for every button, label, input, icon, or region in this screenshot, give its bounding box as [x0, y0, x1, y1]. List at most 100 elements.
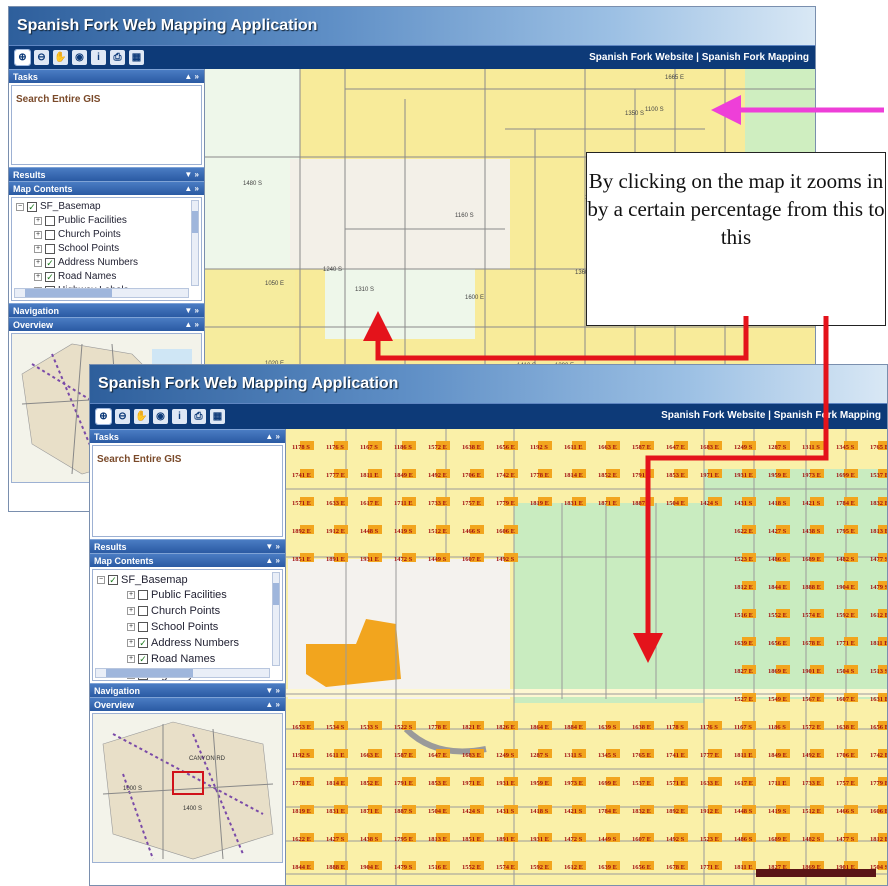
- collapse-icon[interactable]: ▲ »: [265, 430, 280, 444]
- layer-item[interactable]: + Public Facilities: [97, 587, 280, 603]
- layer-item[interactable]: + Public Facilities: [16, 214, 199, 228]
- layer-checkbox[interactable]: [138, 606, 148, 616]
- front-header-links[interactable]: Spanish Fork Website | Spanish Fork Mapp…: [661, 410, 881, 421]
- back-navigation-header[interactable]: Navigation ▼ »: [9, 303, 204, 317]
- full-extent-icon[interactable]: ◉: [153, 409, 168, 424]
- layer-root[interactable]: − ✓ SF_Basemap: [97, 572, 280, 587]
- full-extent-icon[interactable]: ◉: [72, 50, 87, 65]
- print-icon[interactable]: ⎙: [191, 409, 206, 424]
- navigation-title: Navigation: [94, 686, 141, 696]
- zoom-out-icon[interactable]: ⊖: [34, 50, 49, 65]
- expand-icon[interactable]: ▼ »: [184, 168, 199, 182]
- layer-tree-vscroll[interactable]: [191, 200, 199, 286]
- layer-checkbox[interactable]: ✓: [45, 258, 55, 268]
- expand-tree-icon[interactable]: +: [127, 607, 135, 615]
- map-icon[interactable]: ▦: [210, 409, 225, 424]
- layer-item[interactable]: + ✓ Address Numbers: [97, 635, 280, 651]
- collapse-icon[interactable]: ▲ »: [184, 182, 199, 196]
- layer-item[interactable]: + ✓ Address Numbers: [16, 256, 199, 270]
- address-label: 1757 E: [462, 500, 481, 507]
- front-map-canvas[interactable]: 1178 S 1176 S 1167 S 1186 S 1572 E 1638 E 1656…: [286, 429, 888, 886]
- address-label: 1611 E: [326, 752, 345, 759]
- layer-item[interactable]: + School Points: [97, 619, 280, 635]
- collapse-tree-icon[interactable]: −: [16, 203, 24, 211]
- layer-checkbox[interactable]: [45, 230, 55, 240]
- expand-tree-icon[interactable]: +: [127, 623, 135, 631]
- collapse-icon[interactable]: ▲ »: [184, 70, 199, 84]
- layer-item[interactable]: + ✓ Road Names: [16, 270, 199, 284]
- layer-checkbox[interactable]: [45, 244, 55, 254]
- expand-tree-icon[interactable]: +: [34, 259, 42, 267]
- zoom-in-icon[interactable]: ⊕: [95, 408, 112, 425]
- back-overview-header[interactable]: Overview ▲ »: [9, 317, 204, 331]
- layer-checkbox[interactable]: [45, 216, 55, 226]
- identify-icon[interactable]: i: [172, 409, 187, 424]
- layer-item[interactable]: + Church Points: [16, 228, 199, 242]
- layer-checkbox[interactable]: [138, 622, 148, 632]
- address-label: 1892 E: [292, 528, 311, 535]
- address-label: 1849 E: [768, 752, 787, 759]
- front-overview-map[interactable]: CANYON RD 1000 S 1400 S: [92, 713, 283, 863]
- identify-icon[interactable]: i: [91, 50, 106, 65]
- address-label: 1891 E: [326, 556, 345, 563]
- zoom-out-icon[interactable]: ⊖: [115, 409, 130, 424]
- expand-tree-icon[interactable]: +: [127, 639, 135, 647]
- layer-checkbox[interactable]: ✓: [138, 638, 148, 648]
- front-results-header[interactable]: Results ▼ »: [90, 539, 285, 553]
- search-entire-gis-link[interactable]: Search Entire GIS: [12, 86, 201, 113]
- layer-checkbox[interactable]: ✓: [138, 654, 148, 664]
- address-label: 1449 S: [598, 836, 617, 843]
- back-header-links[interactable]: Spanish Fork Website | Spanish Fork Mapp…: [589, 52, 809, 63]
- layer-checkbox[interactable]: [138, 590, 148, 600]
- layer-checkbox[interactable]: ✓: [45, 272, 55, 282]
- address-label: 1472 S: [564, 836, 583, 843]
- back-tasks-header[interactable]: Tasks ▲ »: [9, 69, 204, 83]
- layer-tree-hscroll[interactable]: [95, 668, 270, 678]
- expand-tree-icon[interactable]: +: [127, 591, 135, 599]
- layer-item[interactable]: + Church Points: [97, 603, 280, 619]
- address-label: 1552 E: [768, 612, 787, 619]
- front-map[interactable]: 1178 S 1176 S 1167 S 1186 S 1572 E 1638 E 1656…: [286, 429, 888, 886]
- back-results-header[interactable]: Results ▼ »: [9, 167, 204, 181]
- expand-tree-icon[interactable]: +: [127, 655, 135, 663]
- pan-icon[interactable]: ✋: [134, 409, 149, 424]
- address-label: 1311 S: [564, 752, 582, 759]
- map-icon[interactable]: ▦: [129, 50, 144, 65]
- collapse-icon[interactable]: ▲ »: [184, 318, 199, 332]
- expand-icon[interactable]: ▼ »: [265, 684, 280, 698]
- front-tasks-header[interactable]: Tasks ▲ »: [90, 429, 285, 443]
- expand-tree-icon[interactable]: +: [34, 231, 42, 239]
- expand-icon[interactable]: ▼ »: [265, 540, 280, 554]
- address-label: 1887 S: [394, 808, 413, 815]
- layer-root[interactable]: − ✓ SF_Basemap: [16, 200, 199, 214]
- layer-checkbox[interactable]: ✓: [27, 202, 37, 212]
- expand-tree-icon[interactable]: +: [34, 245, 42, 253]
- layer-label: Road Names: [58, 271, 117, 282]
- front-overview-header[interactable]: Overview ▲ »: [90, 697, 285, 711]
- address-label: 1622 E: [292, 836, 311, 843]
- front-map-contents-header[interactable]: Map Contents ▲ »: [90, 553, 285, 567]
- expand-tree-icon[interactable]: +: [34, 273, 42, 281]
- park-area: [704, 469, 887, 699]
- address-label: 1849 E: [394, 472, 413, 479]
- address-label: 1418 S: [530, 808, 549, 815]
- address-label: 1631 E: [870, 696, 888, 703]
- layer-item[interactable]: + School Points: [16, 242, 199, 256]
- layer-tree-vscroll[interactable]: [272, 572, 280, 666]
- address-label: 1795 E: [394, 836, 413, 843]
- layer-label: SF_Basemap: [121, 573, 188, 586]
- expand-icon[interactable]: ▼ »: [184, 304, 199, 318]
- collapse-icon[interactable]: ▲ »: [265, 554, 280, 568]
- layer-checkbox[interactable]: ✓: [108, 574, 118, 585]
- layer-tree-hscroll[interactable]: [14, 288, 189, 298]
- print-icon[interactable]: ⎙: [110, 50, 125, 65]
- expand-tree-icon[interactable]: +: [34, 217, 42, 225]
- collapse-icon[interactable]: ▲ »: [265, 698, 280, 712]
- pan-icon[interactable]: ✋: [53, 50, 68, 65]
- search-entire-gis-link[interactable]: Search Entire GIS: [93, 446, 282, 473]
- back-map-contents-header[interactable]: Map Contents ▲ »: [9, 181, 204, 195]
- collapse-tree-icon[interactable]: −: [97, 575, 105, 584]
- layer-item[interactable]: + ✓ Road Names: [97, 651, 280, 667]
- front-navigation-header[interactable]: Navigation ▼ »: [90, 683, 285, 697]
- zoom-in-icon[interactable]: ⊕: [14, 49, 31, 66]
